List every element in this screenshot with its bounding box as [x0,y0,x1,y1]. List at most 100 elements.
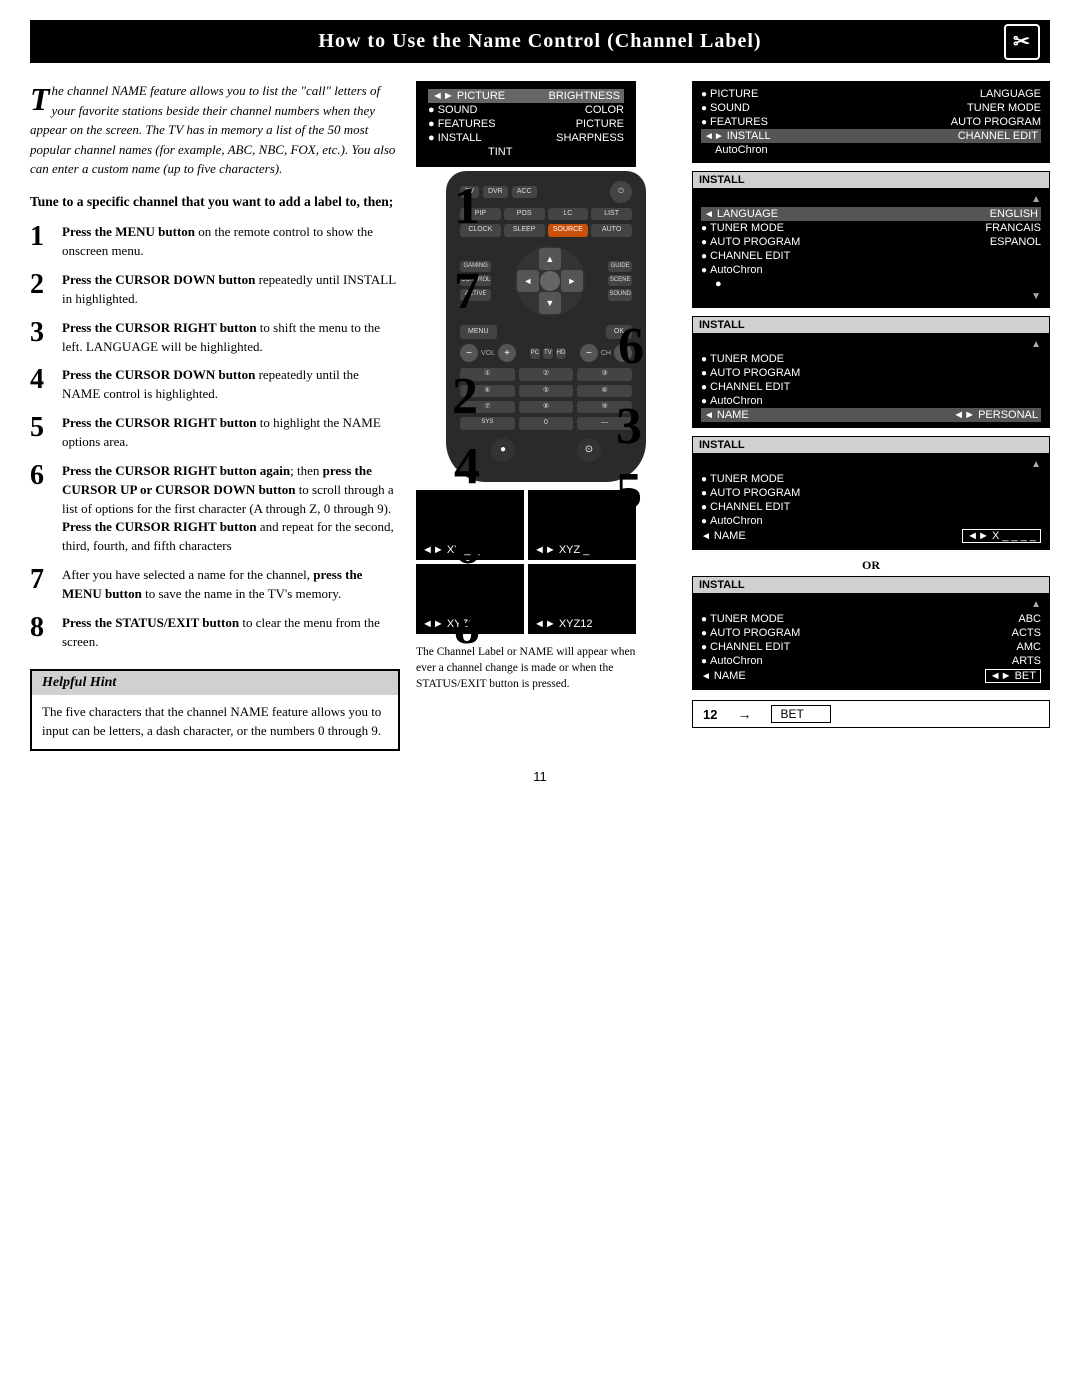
dpad: ▲ ▼ ◄ ► [515,246,585,316]
page: How to Use the Name Control (Channel Lab… [0,0,1080,1397]
step-text-8: Press the STATUS/EXIT button to clear th… [62,614,400,652]
step-text-2: Press the CURSOR DOWN button repeatedly … [62,271,400,309]
scene-btn[interactable]: SCENE [608,275,632,286]
step-num-2: 2 [30,271,52,299]
num-1[interactable]: ① [460,368,515,380]
prog-list-btn[interactable]: LIST [591,208,632,220]
dpad-left[interactable]: ◄ [517,270,539,292]
mrow-autochron: AutoChron [701,143,1041,157]
mrow-language: ◄ LANGUAGE ENGLISH [701,207,1041,221]
mrow-install: ◄► INSTALL CHANNEL EDIT [701,129,1041,143]
menu-box-5: INSTALL ▲ ● TUNER MODE ● AUTO PROGRAM ● … [692,436,1050,550]
channel-name: BET [771,705,831,723]
channel-number: 12 [703,707,717,722]
exit-btn[interactable]: ⊙ [577,438,601,462]
status-btn[interactable]: ● [491,438,515,462]
ch-down-btn[interactable]: − [580,344,598,362]
menu-box-4: INSTALL ▲ ● TUNER MODE ● AUTO PROGRAM ● … [692,316,1050,428]
clock-btn[interactable]: CLOCK [460,224,501,236]
tv-btn[interactable]: TV [460,186,479,198]
page-title: How to Use the Name Control (Channel Lab… [318,30,761,53]
steps-list: 1 Press the MENU button on the remote co… [30,223,400,651]
lc-btn[interactable]: LC [548,208,589,220]
guide-btn[interactable]: GUIDE [608,261,632,272]
dpad-center[interactable] [540,271,560,291]
menu-row-sound: ● SOUNDCOLOR [428,103,624,117]
hint-body: The five characters that the channel NAM… [32,695,398,749]
dpad-right[interactable]: ► [561,270,583,292]
pip-row: PIP POS LC LIST [460,208,632,220]
step-6: 6 Press the CURSOR RIGHT button again; t… [30,462,400,556]
name-panel-xy: ◄► XY _ _ [416,490,524,560]
vol-down-btn[interactable]: − [460,344,478,362]
num-2[interactable]: ② [519,368,574,380]
dpad-up[interactable]: ▲ [539,248,561,270]
remote-container: 1 7 6 2 3 4 5 6 8 TV DVR ACC [436,171,656,482]
step-5: 5 Press the CURSOR RIGHT button to highl… [30,414,400,452]
ch-up-btn[interactable]: + [614,344,632,362]
menu-row-tint: TINT [428,145,624,159]
menu-box-5-title: INSTALL [693,437,1049,454]
num-7[interactable]: ⑦ [460,401,515,413]
mrow-dot: ● [701,277,1041,291]
mrow-autoprog4: ● AUTO PROGRAM [701,366,1041,380]
gaming-btn[interactable]: GAMING [460,261,491,272]
num-5[interactable]: ⑤ [519,385,574,397]
num-9[interactable]: ⑨ [577,401,632,413]
remote-top: TV DVR ACC ⏻ [460,181,632,203]
vol-controls: − VOL + [460,344,516,362]
mrow-name5: ◄ NAME ◄► X _ _ _ _ [701,528,1041,544]
dpad-down[interactable]: ▼ [539,292,561,314]
mrow-autoprog5: ● AUTO PROGRAM [701,486,1041,500]
acc-btn[interactable]: ACC [512,186,537,198]
name-panel-xy-label: ◄► XY _ _ [422,544,518,556]
source-btn[interactable]: SOURCE [548,224,589,236]
pip-btn[interactable]: PIP [460,208,501,220]
menu-btn[interactable]: MENU [460,325,497,339]
step-text-4: Press the CURSOR DOWN button repeatedly … [62,366,400,404]
power-btn[interactable]: ⏻ [610,181,632,203]
left-buttons: GAMING CONTROL ACTIVE [460,261,491,301]
hd-btn[interactable]: HD [556,348,567,359]
drop-cap: T [30,83,50,115]
num-4[interactable]: ④ [460,385,515,397]
tv-mode-btn[interactable]: TV [543,348,553,359]
sound-btn[interactable]: SOUND [608,289,632,300]
intro-text: he channel NAME feature allows you to li… [30,83,395,176]
menu-box-3-body: ▲ ◄ LANGUAGE ENGLISH ● TUNER MODE FRANCA… [693,189,1049,307]
control-btn[interactable]: CONTROL [460,275,491,286]
menu-row-features: ● FEATURESPICTURE [428,117,624,131]
name-panels-2: ◄► XYZ1 ◄► XYZ12 [416,564,636,634]
dvr-btn[interactable]: DVR [483,186,508,198]
position-btn[interactable]: POS [504,208,545,220]
vol-up-btn[interactable]: + [498,344,516,362]
num-3[interactable]: ③ [577,368,632,380]
sys-btn[interactable]: SYS [460,417,515,429]
menu-row-install: ● INSTALLSHARPNESS [428,131,624,145]
num-0[interactable]: 0 [519,417,574,429]
menu-screen-1: ◄► PICTUREBRIGHTNESS ● SOUNDCOLOR ● FEAT… [416,81,636,167]
mrow-channeledit4: ● CHANNEL EDIT [701,380,1041,394]
num-8[interactable]: ⑧ [519,401,574,413]
sleep-btn[interactable]: SLEEP [504,224,545,236]
mrow-autochron2: ● AutoChron [701,263,1041,277]
step-text-5: Press the CURSOR RIGHT button to highlig… [62,414,400,452]
pc-tv-hd-btns: PC TV HD [530,348,567,359]
name-panel-xyz12-label: ◄► XYZ12 [534,618,630,630]
step-3: 3 Press the CURSOR RIGHT button to shift… [30,319,400,357]
step-num-5: 5 [30,414,52,442]
scissors-icon: ✂ [1004,24,1040,60]
mrow-channeledit5: ● CHANNEL EDIT [701,500,1041,514]
name-panel-xyz12: ◄► XYZ12 [528,564,636,634]
scroll-up: ▲ [701,194,1041,207]
name-panels: ◄► XY _ _ ◄► XYZ _ [416,490,636,560]
num-6[interactable]: ⑥ [577,385,632,397]
name-panel-xyz: ◄► XYZ _ [528,490,636,560]
active-btn[interactable]: ACTIVE [460,289,491,300]
pc-btn[interactable]: PC [530,348,540,359]
auto-btn[interactable]: AUTO [591,224,632,236]
step-num-7: 7 [30,566,52,594]
dash-btn[interactable]: — [577,417,632,429]
ok-btn[interactable]: OK [606,325,632,339]
menu-box-6-title: INSTALL [693,577,1049,594]
